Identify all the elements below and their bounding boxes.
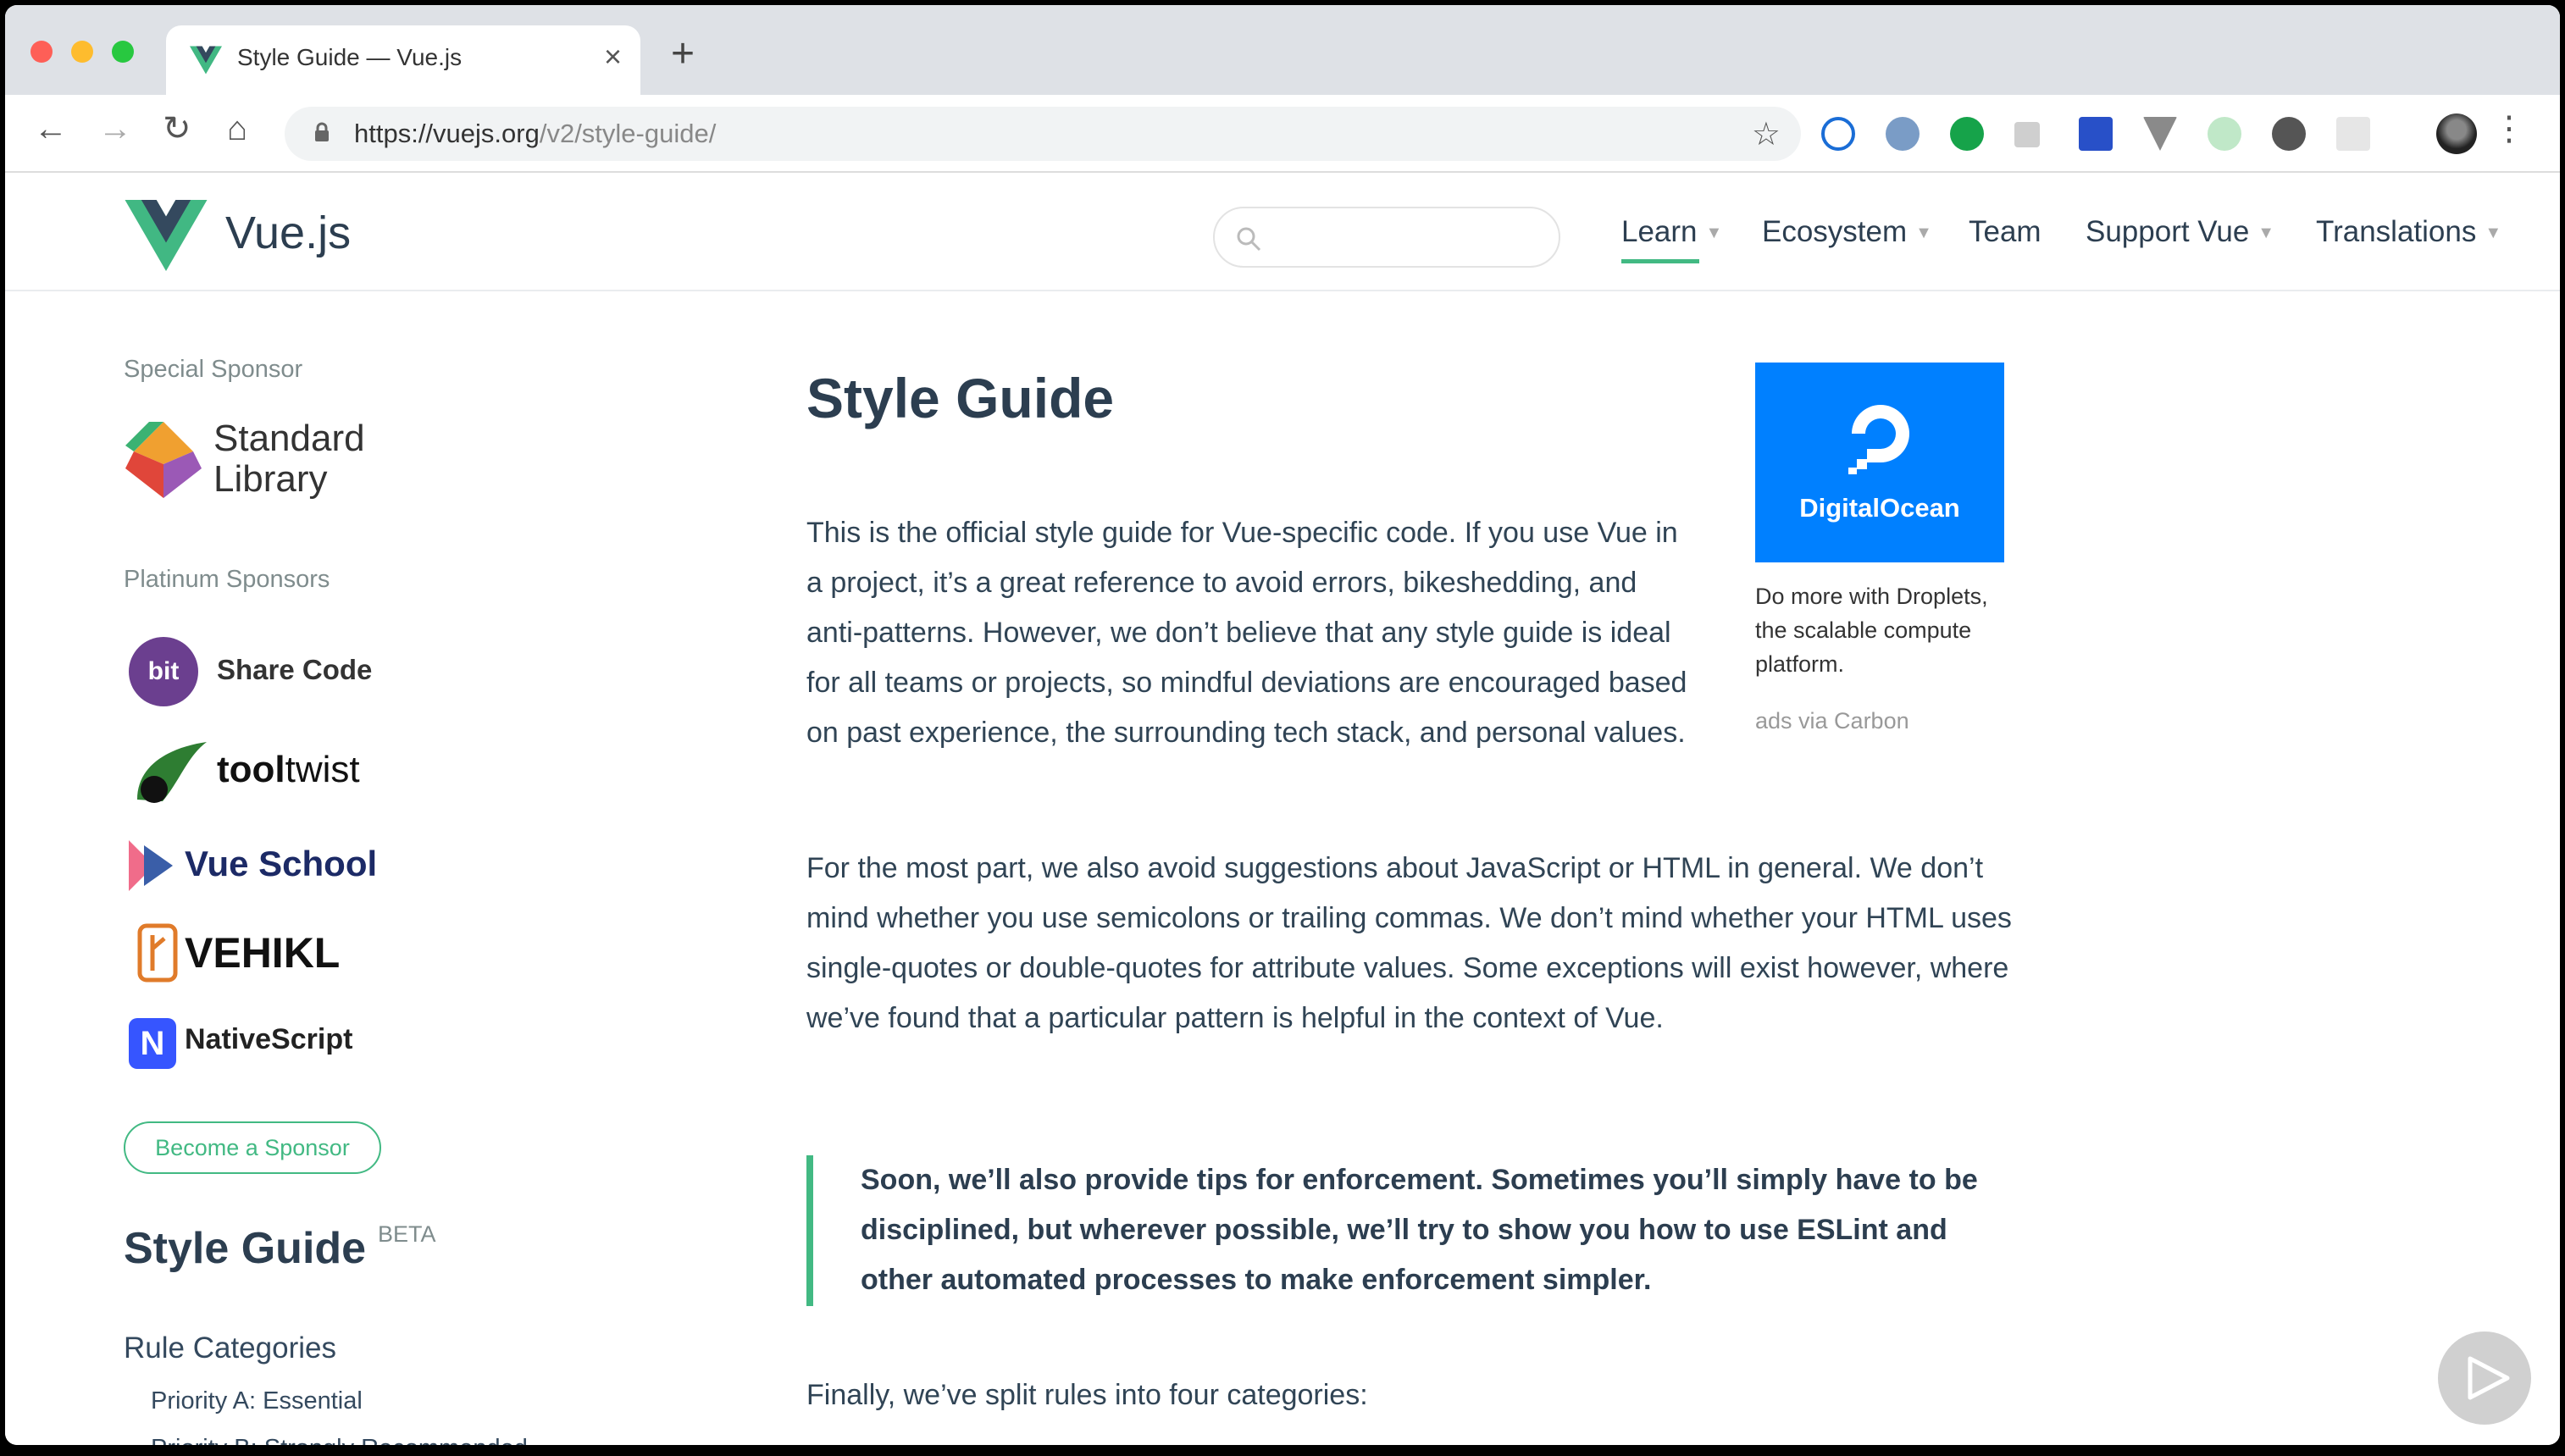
platinum-sponsors-heading: Platinum Sponsors [124,566,330,593]
standard-library-logo-icon[interactable] [124,420,203,500]
nativescript-logo-icon: N [129,1018,176,1069]
nav-ecosystem[interactable]: Ecosystem ▼ [1762,215,1932,249]
vehikl-logo-icon [137,923,178,983]
standard-library-sponsor[interactable]: Standard Library [213,418,365,500]
tooltwist-bold: tool [217,749,285,790]
beta-badge: BETA [378,1221,436,1247]
extension-icon[interactable] [2272,117,2306,151]
vueschool-sponsor-text: Vue School [185,844,378,883]
ads-via-carbon-link[interactable]: ads via Carbon [1755,708,1909,734]
extension-icon[interactable] [2336,117,2370,151]
browser-window: Style Guide — Vue.js × + ← → ↻ ⌂ https:/… [5,5,2560,1445]
chevron-down-icon: ▼ [1705,224,1723,243]
tooltwist-light: twist [285,749,360,790]
browser-menu-icon[interactable]: ⋮ [2492,112,2526,146]
url-text: https://vuejs.org/v2/style-guide/ [354,119,716,149]
home-button[interactable]: ⌂ [227,112,247,146]
bit-sponsor-text: Share Code [217,654,373,685]
password-manager-extension-icon[interactable] [1821,117,1855,151]
become-a-sponsor-button[interactable]: Become a Sponsor [124,1121,381,1174]
nav-support-label: Support Vue [2086,215,2250,248]
stdlib-name-line1: Standard [213,418,365,459]
play-button[interactable] [2438,1331,2531,1425]
sidebar-title: Style Guide [124,1224,367,1273]
intro-paragraph: This is the official style guide for Vue… [806,517,1687,749]
extension-icon[interactable] [2014,122,2040,147]
digitalocean-logo-icon [1848,405,1909,474]
sidebar-item-priority-a[interactable]: Priority A: Essential [151,1387,363,1415]
special-sponsor-heading: Special Sponsor [124,356,303,383]
sponsor-vueschool[interactable]: Vue School [129,832,383,900]
url-path: /v2/style-guide/ [539,119,717,148]
extension-icon[interactable] [1886,117,1920,151]
tab-bar: Style Guide — Vue.js × + [5,5,2560,95]
nav-ecosystem-label: Ecosystem [1762,215,1908,248]
active-nav-underline [1621,259,1699,263]
sidebar-item-rule-categories[interactable]: Rule Categories [124,1331,336,1365]
url-host: https://vuejs.org [354,119,540,148]
search-icon [1237,227,1261,252]
new-tab-button[interactable]: + [671,34,695,75]
chevron-down-icon: ▼ [1915,224,1932,243]
sponsor-vehikl[interactable]: VEHIKL [129,920,383,988]
categories-intro: Finally, we’ve split rules into four cat… [806,1379,1368,1411]
sponsor-nativescript[interactable]: N NativeScript [129,1010,383,1077]
chevron-down-icon: ▼ [2258,224,2275,243]
tab-title: Style Guide — Vue.js [237,44,463,70]
lock-icon [315,122,329,141]
window-maximize-button[interactable] [112,41,134,63]
vue-favicon-icon [190,46,222,75]
carbon-ad-image[interactable]: DigitalOcean [1755,363,2004,562]
vueschool-logo-icon [129,840,173,891]
sponsor-tooltwist[interactable]: tooltwist [129,739,383,806]
nav-team[interactable]: Team [1969,215,2041,249]
nav-learn[interactable]: Learn ▼ [1621,215,1722,249]
tab-close-icon[interactable]: × [604,39,622,75]
address-bar[interactable]: https://vuejs.org/v2/style-guide/ ☆ [285,107,1801,161]
window-minimize-button[interactable] [71,41,93,63]
reload-button[interactable]: ↻ [163,112,191,146]
forward-button[interactable]: → [98,112,132,146]
profile-avatar[interactable] [2436,113,2477,154]
bit-logo-icon: bit [129,637,198,706]
search-input[interactable] [1213,207,1560,268]
extension-icon[interactable] [2208,117,2241,151]
stdlib-name-line2: Library [213,458,328,500]
tip-text: Soon, we’ll also provide tips for enforc… [861,1164,1978,1296]
site-header: Vue.js Learn ▼ Ecosystem ▼ Team Support Vu… [5,173,2560,291]
browser-tab-active[interactable]: Style Guide — Vue.js × [166,25,640,95]
web-page: Vue.js Learn ▼ Ecosystem ▼ Team Support Vu… [5,173,2560,1445]
grammarly-extension-icon[interactable] [1950,117,1984,151]
vehikl-sponsor-text: VEHIKL [185,929,341,977]
extension-icon[interactable] [2079,117,2113,151]
page-title: Style Guide [806,367,1115,429]
sponsor-bit[interactable]: bit Share Code [129,637,383,706]
site-name[interactable]: Vue.js [225,207,351,259]
play-icon [2468,1356,2510,1400]
nav-support-vue[interactable]: Support Vue ▼ [2086,215,2274,249]
nativescript-sponsor-text: NativeScript [185,1023,353,1055]
vue-devtools-extension-icon[interactable] [2143,117,2177,151]
nav-translations-label: Translations [2316,215,2477,248]
browser-toolbar: ← → ↻ ⌂ https://vuejs.org/v2/style-guide… [5,95,2560,173]
digitalocean-brand-text: DigitalOcean [1799,493,1960,523]
chevron-down-icon: ▼ [2485,224,2502,243]
bookmark-star-icon[interactable]: ☆ [1752,115,1781,153]
window-close-button[interactable] [30,41,53,63]
tooltwist-leaf-icon [137,742,207,803]
second-paragraph: For the most part, we also avoid suggest… [806,852,2012,1034]
vue-logo-icon[interactable] [124,200,208,271]
carbon-ad-description[interactable]: Do more with Droplets, the scalable comp… [1755,579,2009,681]
sidebar-item-priority-b[interactable]: Priority B: Strongly Recommended [151,1435,528,1445]
nav-learn-label: Learn [1621,215,1698,248]
back-button[interactable]: ← [34,112,68,146]
nav-translations[interactable]: Translations ▼ [2316,215,2501,249]
tip-callout: Soon, we’ll also provide tips for enforc… [806,1155,2009,1306]
tooltwist-sponsor-text: tooltwist [217,749,360,791]
